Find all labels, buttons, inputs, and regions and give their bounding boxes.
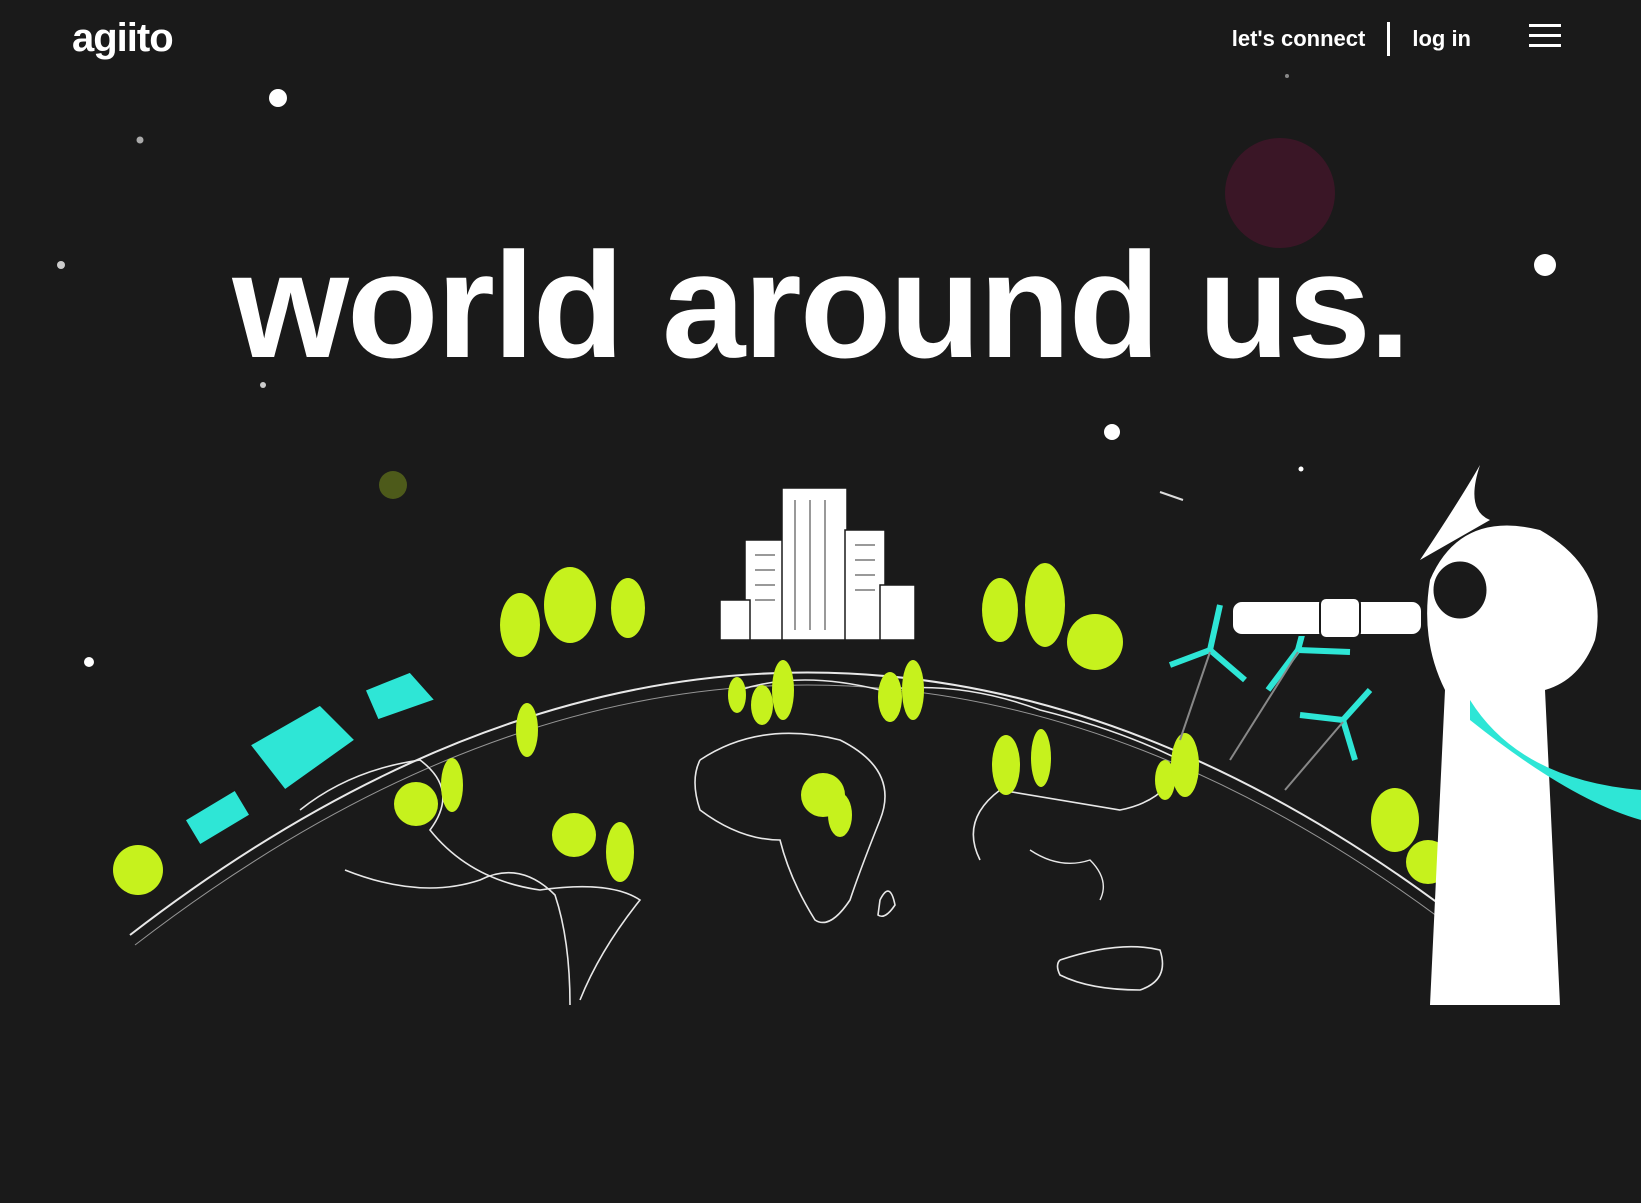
earth-illustration [57,74,1641,1006]
solar-panels [183,671,437,847]
character-with-telescope [1231,465,1641,1005]
planet-green [379,471,407,499]
shooting-star [1159,491,1184,501]
page: agiito let's connect log in world around… [0,0,1641,1203]
city-buildings [719,487,916,641]
hero-headline: world around us. [232,221,1410,389]
